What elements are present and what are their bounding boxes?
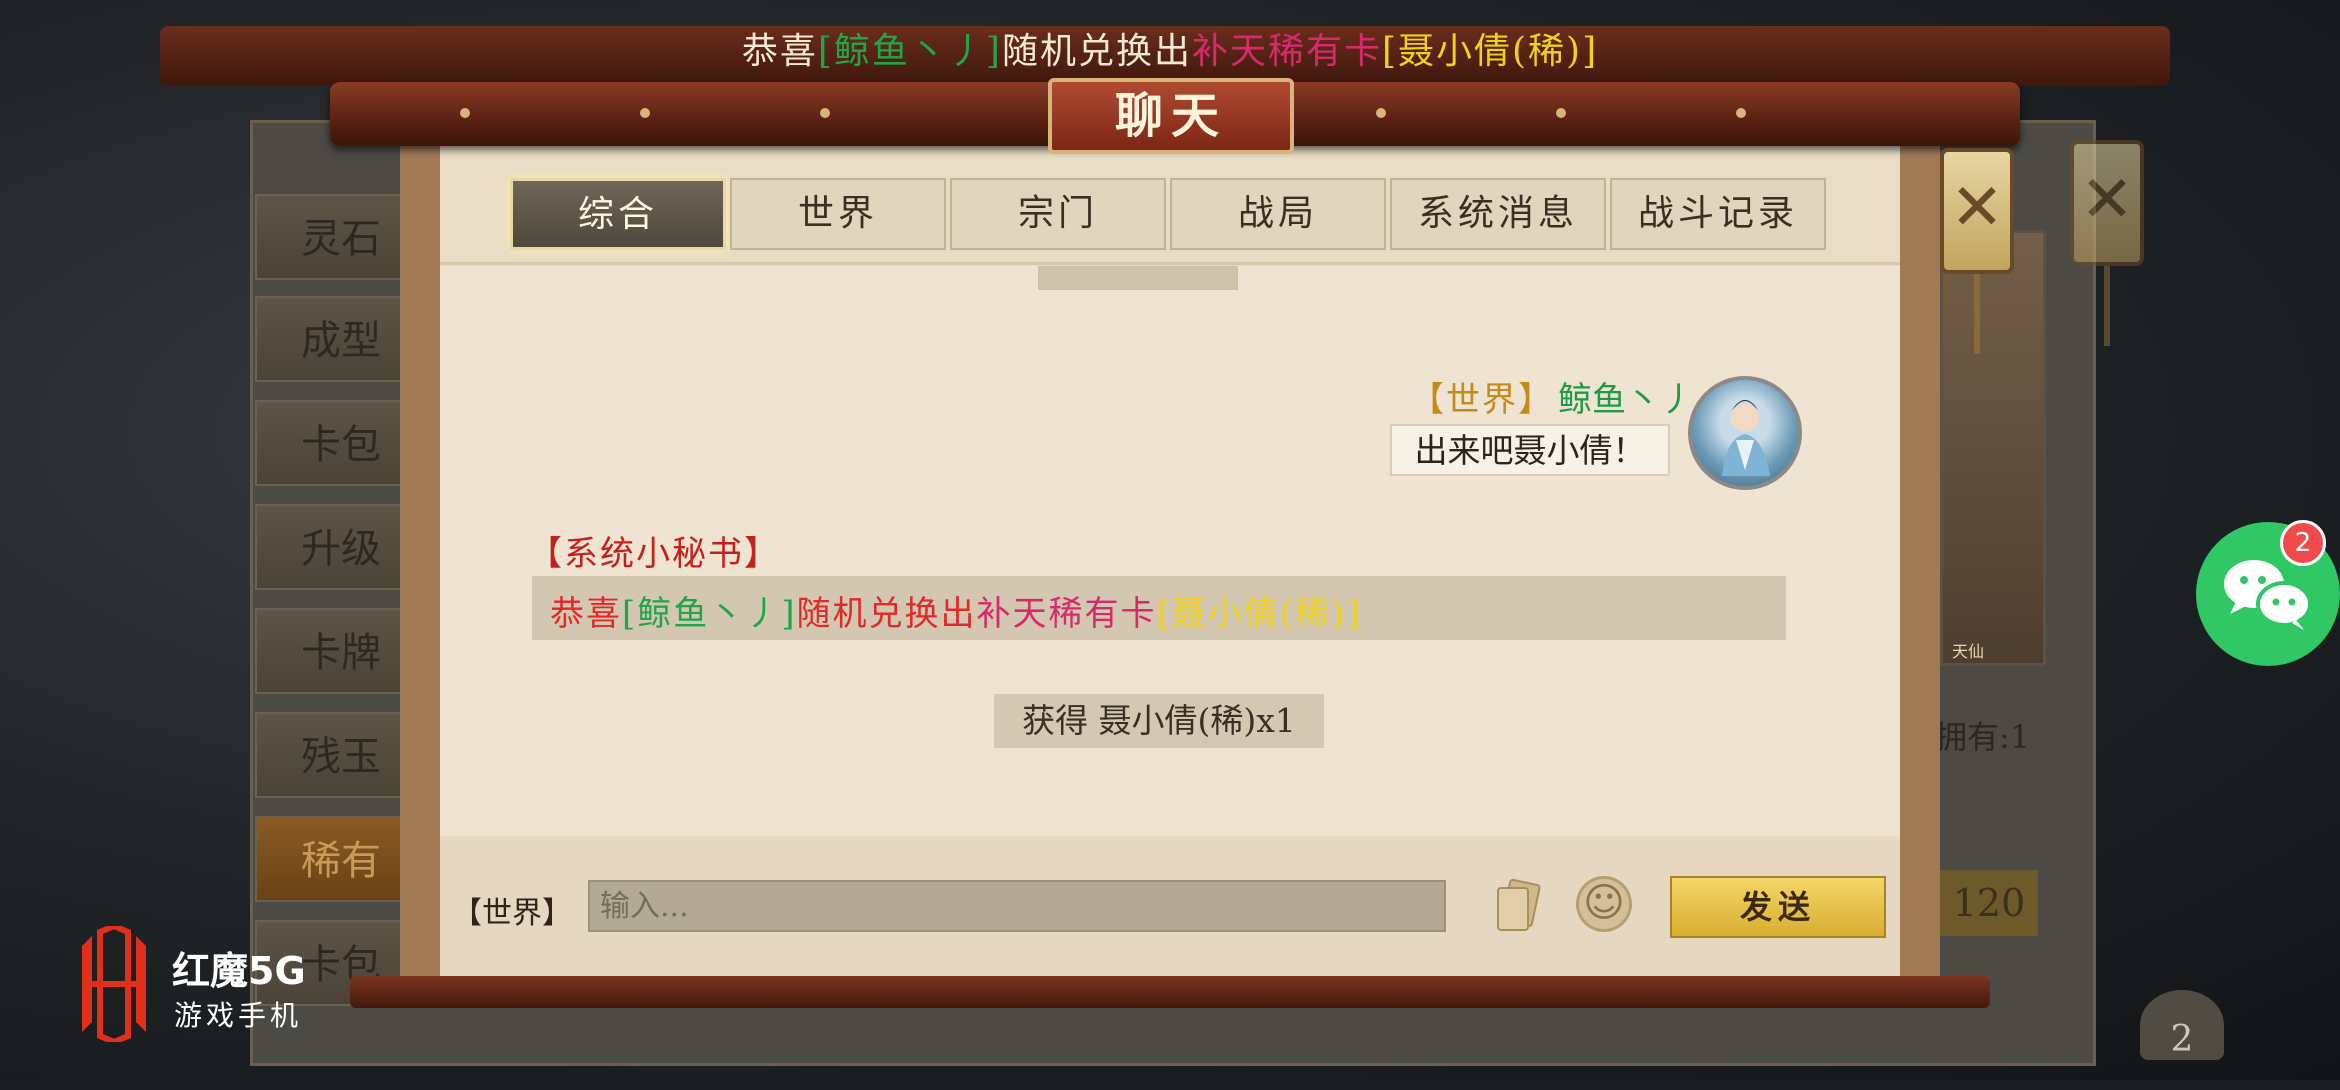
side-menu-item: 卡牌	[255, 608, 405, 694]
system-action: 随机兑换出	[796, 594, 977, 634]
notification-badge: 2	[2280, 520, 2326, 566]
tab-battle-log[interactable]: 战斗记录	[1610, 178, 1826, 250]
background-price: 120	[1940, 870, 2038, 936]
system-prefix: 恭喜	[550, 594, 622, 634]
rivet	[1736, 108, 1746, 118]
message-sender-name[interactable]: 鲸鱼丶丿	[1558, 372, 1694, 421]
announcement-banner: 恭喜[鲸鱼丶丿]随机兑换出补天稀有卡[聂小倩(稀)]	[0, 22, 2340, 74]
system-message-channel: 【系统小秘书】	[528, 534, 780, 574]
system-message-text: 恭喜[鲸鱼丶丿]随机兑换出补天稀有卡[聂小倩(稀)]	[550, 586, 1362, 635]
side-menu-item: 卡包	[255, 400, 405, 486]
message-bubble: 出来吧聂小倩！	[1390, 424, 1670, 476]
system-card-type: 补天稀有卡	[976, 594, 1157, 634]
scroll-bottom-rod	[350, 976, 1990, 1008]
logo-title: 红魔5G	[172, 949, 306, 993]
close-icon: ✕	[2080, 163, 2134, 237]
message-channel-tag: 【世界】	[1410, 380, 1554, 420]
rivet	[1556, 108, 1566, 118]
side-menu-item: 成型	[255, 296, 405, 382]
system-card[interactable]: [聂小倩(稀)]	[1157, 594, 1362, 634]
logo-subtitle: 游戏手机	[174, 999, 303, 1032]
avatar-portrait-icon	[1722, 400, 1770, 476]
lantern-dim: ✕	[2070, 140, 2144, 346]
system-player-name[interactable]: [鲸鱼丶丿]	[622, 594, 797, 634]
send-button[interactable]: 发送	[1670, 876, 1886, 938]
close-icon: ✕	[1950, 171, 2004, 245]
gain-notice: 获得 聂小倩(稀)x1	[994, 694, 1324, 748]
chat-tabs: 综合 世界 宗门 战局 系统消息 战斗记录	[510, 178, 1830, 254]
rivet	[460, 108, 470, 118]
tab-sect[interactable]: 宗门	[950, 178, 1166, 250]
side-menu-item: 残玉	[255, 712, 405, 798]
close-button[interactable]: ✕	[1940, 148, 2014, 354]
side-menu-item: 升级	[255, 504, 405, 590]
announcement-card: [聂小倩(稀)]	[1381, 31, 1599, 72]
announcement-player-name: [鲸鱼丶丿]	[817, 31, 1002, 72]
tab-system-messages[interactable]: 系统消息	[1390, 178, 1606, 250]
tab-all[interactable]: 综合	[510, 178, 726, 250]
tab-battle[interactable]: 战局	[1170, 178, 1386, 250]
input-channel-label[interactable]: 【世界】	[452, 888, 572, 932]
sender-avatar[interactable]	[1688, 376, 1802, 490]
card-share-button[interactable]	[1492, 878, 1546, 934]
announcement-action: 随机兑换出	[1001, 31, 1192, 72]
announcement-prefix: 恭喜	[741, 31, 818, 72]
side-menu-item: 灵石	[255, 194, 405, 280]
chat-input[interactable]	[588, 880, 1446, 932]
clipped-message-chip	[1038, 266, 1238, 290]
chat-title: 聊天	[1048, 78, 1294, 154]
rivet	[640, 108, 650, 118]
card-icon	[1497, 878, 1541, 931]
announcement-card-type: 补天稀有卡	[1191, 31, 1382, 72]
tab-world[interactable]: 世界	[730, 178, 946, 250]
background-corner-counter: 2	[2140, 990, 2224, 1060]
emoji-button[interactable]: ☺	[1576, 876, 1632, 932]
background-card-name: 天仙	[1952, 642, 1985, 661]
logo-icon	[74, 922, 154, 1046]
smiley-icon: ☺	[1583, 880, 1625, 926]
tab-divider	[440, 262, 1900, 265]
background-owned-count: 拥有:1	[1935, 718, 2031, 756]
side-menu-item-active: 稀有	[255, 816, 405, 902]
rivet	[1376, 108, 1386, 118]
rivet	[820, 108, 830, 118]
